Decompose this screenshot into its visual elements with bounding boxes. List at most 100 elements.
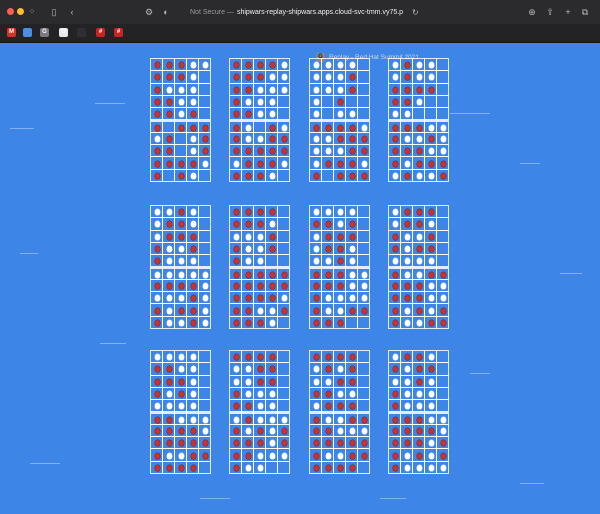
hit-marker bbox=[392, 416, 398, 423]
board-cell bbox=[436, 266, 449, 280]
miss-marker bbox=[190, 209, 196, 216]
hit-marker bbox=[349, 233, 355, 240]
background-streak bbox=[100, 343, 126, 344]
download-icon[interactable]: ⊕ bbox=[526, 7, 538, 17]
miss-marker bbox=[404, 233, 410, 240]
board-cell bbox=[436, 131, 449, 146]
miss-marker bbox=[233, 416, 239, 423]
board-cell bbox=[436, 82, 449, 96]
hit-marker bbox=[313, 172, 319, 179]
game-board bbox=[229, 58, 290, 182]
board-cell bbox=[198, 119, 211, 133]
bookmark-icon-5[interactable] bbox=[77, 28, 86, 37]
board-cell bbox=[436, 144, 449, 158]
miss-marker bbox=[166, 391, 172, 398]
url-host: shipwars-replay-shipwars.apps.cloud-svc-… bbox=[236, 9, 404, 16]
minimize-window-button[interactable] bbox=[17, 8, 24, 15]
hit-marker bbox=[245, 354, 251, 361]
board-cell bbox=[198, 399, 211, 413]
miss-marker bbox=[269, 74, 275, 81]
hit-marker bbox=[349, 74, 355, 81]
miss-marker bbox=[337, 111, 343, 118]
miss-marker bbox=[269, 391, 275, 398]
redhat-bookmark-icon[interactable]: # bbox=[96, 28, 105, 37]
github-bookmark-icon[interactable]: O bbox=[59, 28, 68, 37]
reload-icon[interactable]: ↻ bbox=[412, 7, 422, 19]
hit-marker bbox=[337, 282, 343, 289]
hit-marker bbox=[404, 62, 410, 69]
hit-marker bbox=[269, 354, 275, 361]
miss-marker bbox=[428, 391, 434, 398]
hit-marker bbox=[269, 378, 275, 385]
hit-marker bbox=[325, 221, 331, 228]
hit-marker bbox=[245, 440, 251, 447]
hit-marker bbox=[313, 416, 319, 423]
hit-marker bbox=[416, 221, 422, 228]
miss-marker bbox=[202, 295, 208, 302]
board-cell bbox=[357, 448, 370, 462]
bookmark-icon-3[interactable]: G bbox=[40, 28, 49, 37]
background-streak bbox=[10, 128, 34, 129]
hit-marker bbox=[190, 452, 196, 459]
sidebar-icon[interactable]: ▯ bbox=[48, 7, 60, 17]
hit-marker bbox=[190, 111, 196, 118]
board-cell bbox=[436, 460, 449, 474]
new-tab-icon[interactable]: + bbox=[562, 7, 574, 17]
miss-marker bbox=[178, 271, 184, 278]
hit-marker bbox=[202, 124, 208, 131]
hit-marker bbox=[245, 452, 251, 459]
hit-marker bbox=[154, 246, 160, 253]
board-cell bbox=[357, 217, 370, 231]
board-cell bbox=[357, 107, 370, 121]
hit-marker bbox=[202, 148, 208, 155]
board-cell bbox=[198, 131, 211, 146]
hit-marker bbox=[166, 378, 172, 385]
bookmark-icon-7[interactable]: # bbox=[114, 28, 123, 37]
hit-marker bbox=[257, 148, 263, 155]
hit-marker bbox=[202, 452, 208, 459]
miss-marker bbox=[325, 416, 331, 423]
board-cell bbox=[357, 350, 370, 364]
share-icon[interactable]: ⇪ bbox=[544, 7, 556, 17]
miss-marker bbox=[404, 258, 410, 265]
miss-marker bbox=[337, 366, 343, 373]
board-cell bbox=[277, 350, 290, 364]
miss-marker bbox=[313, 378, 319, 385]
close-window-button[interactable] bbox=[7, 8, 14, 15]
miss-marker bbox=[178, 366, 184, 373]
board-cell bbox=[436, 94, 449, 109]
miss-marker bbox=[202, 319, 208, 326]
extensions-icon[interactable]: ⁘ bbox=[26, 7, 38, 17]
board-cell bbox=[277, 448, 290, 462]
address-bar[interactable]: Not Secure — shipwars-replay-shipwars.app… bbox=[190, 7, 420, 19]
hit-marker bbox=[178, 391, 184, 398]
hit-marker bbox=[392, 271, 398, 278]
background-streak bbox=[520, 163, 540, 164]
hit-marker bbox=[428, 427, 434, 434]
gmail-bookmark-icon[interactable]: M bbox=[7, 28, 16, 37]
background-streak bbox=[560, 273, 582, 274]
miss-marker bbox=[440, 124, 446, 131]
hit-marker bbox=[440, 319, 446, 326]
theme-icon[interactable]: ◐ bbox=[160, 7, 172, 17]
miss-marker bbox=[202, 271, 208, 278]
hit-marker bbox=[416, 416, 422, 423]
miss-marker bbox=[154, 354, 160, 361]
miss-marker bbox=[337, 74, 343, 81]
tabs-overview-icon[interactable]: ⧉ bbox=[579, 7, 591, 17]
bookmark-icon-2[interactable] bbox=[23, 28, 32, 37]
hit-marker bbox=[392, 391, 398, 398]
hit-marker bbox=[166, 221, 172, 228]
miss-marker bbox=[361, 295, 367, 302]
hit-marker bbox=[233, 464, 239, 471]
miss-marker bbox=[190, 86, 196, 93]
shield-icon[interactable]: ⚙ bbox=[143, 7, 155, 17]
hit-marker bbox=[416, 427, 422, 434]
hit-marker bbox=[313, 124, 319, 131]
miss-marker bbox=[349, 282, 355, 289]
miss-marker bbox=[166, 307, 172, 314]
back-icon[interactable]: ‹ bbox=[66, 7, 78, 17]
hit-marker bbox=[178, 172, 184, 179]
board-cell bbox=[198, 70, 211, 84]
hit-marker bbox=[245, 295, 251, 302]
